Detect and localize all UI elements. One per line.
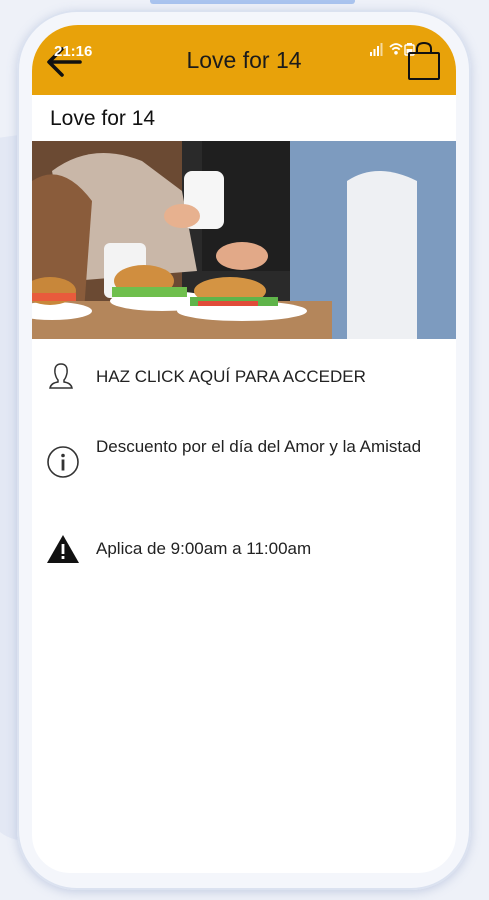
schedule-text: Aplica de 9:00am a 11:00am bbox=[96, 539, 312, 558]
description-row: Descuento por el día del Amor y la Amist… bbox=[32, 431, 456, 497]
status-time: 21:16 bbox=[54, 43, 93, 60]
warning-icon bbox=[47, 535, 79, 563]
wifi-icon bbox=[389, 43, 403, 55]
app-bar: 21:16 Love for 14 bbox=[32, 25, 456, 95]
signal-icon bbox=[370, 43, 383, 56]
access-link-text[interactable]: HAZ CLICK AQUÍ PARA ACCEDER bbox=[96, 361, 426, 392]
schedule-row: Aplica de 9:00am a 11:00am bbox=[32, 533, 456, 569]
access-row[interactable]: HAZ CLICK AQUÍ PARA ACCEDER bbox=[32, 357, 456, 397]
shopping-bag-icon[interactable] bbox=[406, 41, 442, 81]
page-subtitle: Love for 14 bbox=[50, 107, 156, 130]
info-icon bbox=[47, 446, 79, 478]
phone-screen: 21:16 Love for 14 Love for 14 HAZ CLICK … bbox=[32, 25, 456, 873]
hero-image bbox=[32, 141, 456, 339]
user-icon bbox=[49, 363, 73, 389]
description-text: Descuento por el día del Amor y la Amist… bbox=[96, 437, 422, 456]
top-decoration bbox=[150, 0, 355, 4]
